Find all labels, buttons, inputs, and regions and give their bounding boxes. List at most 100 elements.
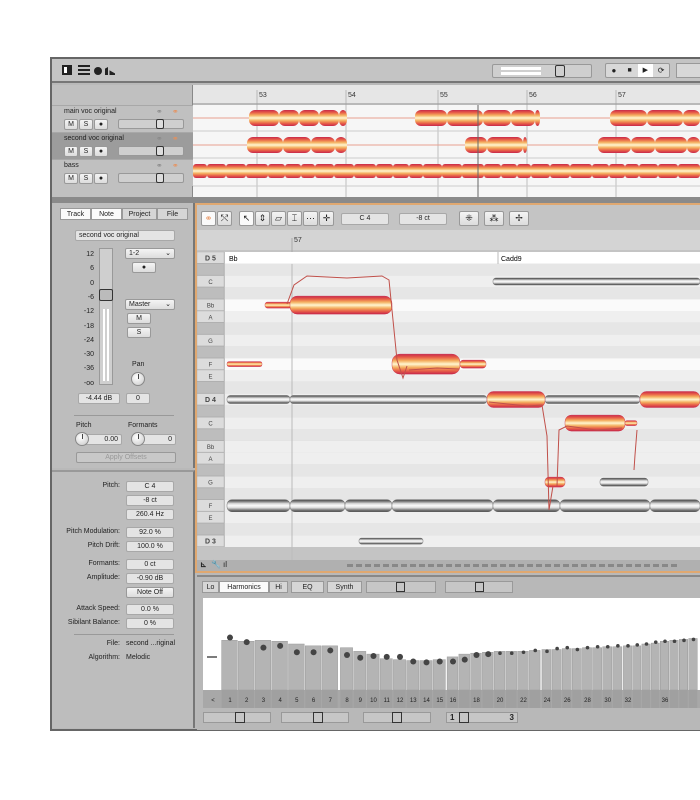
note-blob[interactable] [226,499,291,512]
harmonic-level-dot[interactable] [498,651,502,655]
harmonic-level-dot[interactable] [397,653,403,660]
harmonic-level-dot[interactable] [450,658,456,665]
editor-cents-field[interactable]: -8 ct [399,213,447,225]
harmonic-level-dot[interactable] [663,639,667,644]
harmonic-level-dot[interactable] [595,644,600,649]
note-blob[interactable] [344,499,393,512]
harmonic-level-dot[interactable] [521,650,526,655]
harmonic-level-dot[interactable] [555,646,559,651]
note-tail[interactable] [264,301,293,309]
harmonic-level-dot[interactable] [473,652,480,659]
pointer-tool-icon[interactable]: ⊾ [200,560,207,569]
harmonic-bar[interactable] [482,652,494,691]
note-tail[interactable] [459,359,487,369]
overview-waveform[interactable] [347,564,677,567]
note-blob[interactable] [544,395,641,404]
harmonic-bar[interactable] [688,638,698,691]
harmonic-bar[interactable] [517,651,529,691]
note-blob[interactable] [639,391,700,408]
tab-harmonics[interactable]: Harmonics [219,581,269,593]
harmonic-level-dot[interactable] [672,639,677,644]
track-record-button[interactable]: ● [94,173,108,184]
harmonic-bar[interactable] [582,647,592,691]
stop-button[interactable]: ■ [622,64,638,77]
blobs-icon[interactable] [94,67,102,75]
note-blob[interactable] [358,537,424,545]
note-blob[interactable] [492,277,700,286]
harmonic-bar[interactable] [493,651,506,691]
track-solo-button[interactable]: S [79,146,93,157]
edit-blobs-tool-button[interactable]: ⚭ [201,211,216,226]
harmonic-level-dot[interactable] [436,658,443,665]
edit-blobs-icon[interactable]: ⚭ [172,134,179,143]
pan-knob[interactable] [131,372,145,386]
link-icon[interactable]: ⚭ [156,107,163,116]
pitch-snap-button[interactable]: ✢ [509,211,529,226]
harmonic-bar[interactable] [602,646,613,691]
tab-note[interactable]: Note [91,208,122,220]
harmonic-level-dot[interactable] [461,656,468,663]
note_off-field[interactable]: Note Off [126,587,174,598]
note-blob-selected[interactable] [289,295,393,315]
track-header[interactable]: main voc original ⚭ ⚭ M S ● [52,105,193,132]
note-tail[interactable] [226,361,263,367]
harmonic-bar[interactable] [650,642,660,691]
harmonic-number-label[interactable]: < [211,698,215,704]
harmonic-level-dot[interactable] [575,647,580,652]
formants-offset-knob[interactable] [131,432,145,446]
harmonic-level-dot[interactable] [243,639,250,646]
volume-fader[interactable] [99,248,113,385]
harmonic-level-dot[interactable] [344,652,350,659]
record-enable-button[interactable]: ● [132,262,156,273]
pitch-roll[interactable]: 57D 5CBbAGFED 4CBbAGFED 3Bb Cadd9 [197,230,700,560]
link-mode-selector[interactable] [366,581,436,593]
harmonic-level-dot[interactable] [423,659,430,666]
track-volume-slider[interactable] [118,146,184,156]
track-volume-slider[interactable] [118,119,184,129]
note-blob[interactable] [559,499,651,512]
harmonic-level-dot[interactable] [616,644,620,648]
formant-tool-button[interactable]: ⏥ [271,211,286,226]
note-separation-tool-button[interactable]: ✛ [319,211,334,226]
tab-track[interactable]: Track [60,208,91,220]
tab-lo[interactable]: Lo [202,581,219,593]
harmonic-level-dot[interactable] [357,654,364,661]
harmonic-bar[interactable] [623,645,632,691]
track-record-button[interactable]: ● [94,119,108,130]
track-volume-slider[interactable] [118,173,184,183]
attack-field[interactable]: 0.0 % [126,604,174,615]
track-mute-button[interactable]: M [64,173,78,184]
tab-file[interactable]: File [157,208,188,220]
note-blob[interactable] [226,395,291,404]
note-blob[interactable] [289,499,346,512]
harmonic-level-dot[interactable] [293,649,300,656]
harmonic-level-dot[interactable] [410,658,417,665]
harmonic-bar[interactable] [238,640,255,691]
timing-tool-button[interactable]: ⋯ [303,211,318,226]
harmonic-bar[interactable] [660,640,669,691]
cents-field[interactable]: -8 ct [126,495,174,506]
slider-b[interactable] [281,712,349,723]
layout-toggle-icon[interactable] [62,65,72,75]
amplitude-tool-button[interactable]: ⌶ [287,211,302,226]
sibilant-field[interactable]: 0 % [126,618,174,629]
note-tail[interactable] [624,420,638,426]
harmonic-bar[interactable] [529,650,541,691]
spectrum-icon[interactable] [105,67,115,75]
track-list-icon[interactable] [78,65,90,75]
harmonic-bar[interactable] [541,649,552,691]
arrangement-timeline[interactable]: 53 54 55 56 57 [193,85,700,197]
harmonic-bar[interactable] [379,658,393,691]
harmonic-level-dot[interactable] [682,638,686,643]
mixer-icon[interactable]: ıl [223,560,227,569]
play-button[interactable]: ▶ [637,64,654,77]
harmonic-level-dot[interactable] [277,642,284,649]
link-icon[interactable]: ⚭ [156,134,163,143]
harmonic-level-dot[interactable] [310,649,317,656]
hz-field[interactable]: 260.4 Hz [126,509,174,520]
volume-value[interactable]: -4.44 dB [78,393,120,404]
harmonic-level-dot[interactable] [533,648,538,653]
amp-field[interactable]: -0.90 dB [126,573,174,584]
harmonic-level-dot[interactable] [227,634,233,641]
note-blob[interactable] [599,477,649,487]
